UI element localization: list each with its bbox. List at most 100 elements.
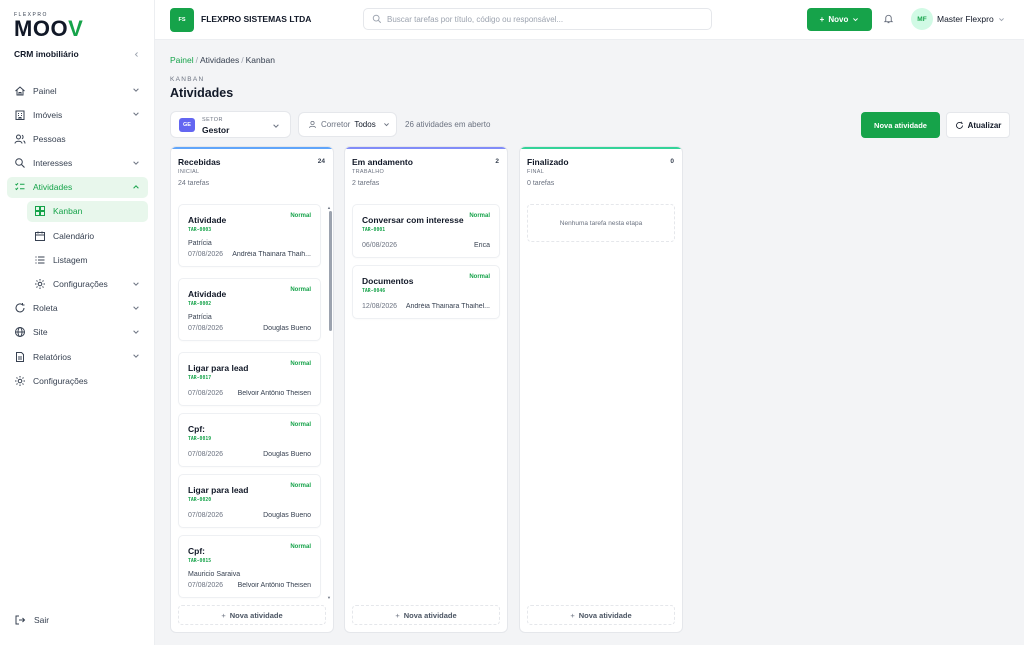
- corretor-select[interactable]: Corretor Todos: [298, 112, 397, 137]
- task-card[interactable]: Cpf: Normal TAR-0019 07/08/2026 Douglas …: [178, 413, 321, 467]
- sidebar-item-configuracoes-atividades[interactable]: Configurações: [27, 274, 148, 295]
- new-activity-button[interactable]: Nova atividade: [861, 112, 940, 138]
- column-count: 2: [495, 158, 499, 165]
- gear-icon: [35, 279, 45, 289]
- chevron-down-icon: [133, 160, 139, 165]
- search-box[interactable]: [363, 8, 712, 30]
- sidebar-item-label: Kanban: [53, 206, 83, 217]
- sidebar-item-configuracoes[interactable]: Configurações: [7, 370, 148, 391]
- task-title: Ligar para lead: [188, 485, 249, 495]
- column-accent-line: [345, 147, 507, 149]
- search-input[interactable]: [387, 14, 707, 24]
- column-stage: FINAL: [527, 169, 545, 175]
- task-card[interactable]: Ligar para lead Normal TAR-0020 07/08/20…: [178, 474, 321, 528]
- column-title: Em andamento: [352, 157, 413, 167]
- scroll-up-arrow[interactable]: ▲: [326, 205, 332, 210]
- sidebar-item-label: Site: [33, 327, 48, 338]
- breadcrumb-kanban: Kanban: [245, 55, 275, 65]
- scroll-down-arrow[interactable]: ▼: [326, 595, 332, 600]
- list-check-icon: [15, 183, 25, 191]
- notifications-button[interactable]: [883, 13, 894, 24]
- column-scrollbar[interactable]: [329, 211, 332, 331]
- logout-label: Sair: [34, 615, 50, 625]
- home-icon: [15, 85, 25, 95]
- add-activity-button[interactable]: + Nova atividade: [527, 605, 675, 625]
- sidebar-item-roleta[interactable]: Roleta: [7, 298, 148, 319]
- sidebar-item-label: Configurações: [33, 375, 88, 386]
- sidebar-item-label: Roleta: [33, 303, 58, 314]
- sidebar-item-kanban[interactable]: Kanban: [27, 200, 148, 222]
- company-name[interactable]: FLEXPRO SISTEMAS LTDA: [201, 14, 311, 24]
- breadcrumb-painel[interactable]: Painel: [170, 55, 194, 65]
- page-eyebrow: KANBAN: [170, 76, 205, 83]
- company-badge[interactable]: FS: [170, 8, 194, 32]
- sidebar-item-interesses[interactable]: Interesses: [7, 153, 148, 174]
- refresh-icon: [15, 303, 25, 313]
- kanban-column-em-andamento: Em andamento 2 TRABALHO 2 tarefas Conver…: [344, 146, 508, 633]
- user-menu[interactable]: Master Flexpro: [937, 14, 1005, 24]
- add-activity-button[interactable]: + Nova atividade: [178, 605, 326, 625]
- chevron-down-icon: [133, 112, 139, 117]
- avatar[interactable]: MF: [911, 8, 933, 30]
- task-date: 07/08/2026: [188, 582, 224, 589]
- task-card[interactable]: Ligar para lead Normal TAR-0017 07/08/20…: [178, 352, 321, 406]
- task-card[interactable]: Atividade Normal TAR-0002 Patrícia 07/08…: [178, 278, 321, 341]
- add-activity-button[interactable]: + Nova atividade: [352, 605, 500, 625]
- task-card[interactable]: Conversar com interesse Normal TAR-0001 …: [352, 204, 500, 258]
- sidebar-item-label: Pessoas: [33, 133, 66, 144]
- breadcrumb-atividades[interactable]: Atividades: [200, 55, 239, 65]
- priority-badge: Normal: [469, 274, 490, 280]
- sidebar-item-label: Configurações: [53, 279, 108, 289]
- corretor-label: Corretor: [321, 120, 351, 129]
- sidebar-item-listagem[interactable]: Listagem: [27, 249, 148, 270]
- setor-select[interactable]: GE SETOR Gestor: [170, 111, 291, 138]
- sidebar-item-painel[interactable]: Painel: [7, 80, 148, 101]
- task-title: Atividade: [188, 215, 227, 225]
- sidebar-item-site[interactable]: Site: [7, 322, 148, 343]
- column-title: Finalizado: [527, 157, 569, 167]
- column-title: Recebidas: [178, 157, 221, 167]
- plus-icon: +: [395, 610, 400, 620]
- priority-badge: Normal: [290, 422, 311, 428]
- task-date: 12/08/2026: [362, 303, 398, 310]
- column-task-count: 24 tarefas: [178, 180, 210, 187]
- list-icon: [35, 256, 45, 264]
- task-title: Cpf:: [188, 546, 205, 556]
- sidebar-item-pessoas[interactable]: Pessoas: [7, 128, 148, 149]
- chevron-left-icon: [134, 51, 138, 57]
- top-bar: FS FLEXPRO SISTEMAS LTDA + Novo MF Maste…: [155, 0, 1024, 40]
- chevron-down-icon: [133, 354, 139, 358]
- chevron-up-icon: [133, 184, 139, 189]
- chevron-down-icon: [133, 88, 139, 92]
- sidebar-item-atividades[interactable]: Atividades: [7, 176, 148, 198]
- collapse-sidebar-button[interactable]: [127, 46, 145, 62]
- column-accent-line: [171, 147, 333, 149]
- task-code: TAR-0015: [188, 559, 212, 564]
- new-button[interactable]: + Novo: [807, 8, 872, 31]
- refresh-button[interactable]: Atualizar: [946, 112, 1010, 138]
- priority-badge: Normal: [469, 213, 490, 219]
- task-date: 07/08/2026: [188, 325, 224, 332]
- task-assignee: Érica: [474, 242, 490, 249]
- chevron-down-icon: [273, 124, 279, 128]
- task-card[interactable]: Cpf: Normal TAR-0015 Mauricio Saraiva 07…: [178, 535, 321, 598]
- sidebar-item-relatorios[interactable]: Relatórios: [7, 346, 148, 367]
- sidebar-item-calendario[interactable]: Calendário: [27, 225, 148, 246]
- bell-icon: [883, 14, 894, 24]
- gear-icon: [15, 375, 25, 386]
- sidebar-item-label: Relatórios: [33, 351, 72, 362]
- task-date: 07/08/2026: [188, 390, 224, 397]
- search-icon: [15, 158, 25, 168]
- sidebar-item-imoveis[interactable]: Imóveis: [7, 104, 148, 125]
- sidebar-item-label: Interesses: [33, 158, 73, 169]
- logout-button[interactable]: Sair: [14, 614, 49, 626]
- sidebar-item-label: Atividades: [33, 182, 73, 193]
- column-task-count: 0 tarefas: [527, 180, 555, 187]
- brand-logo[interactable]: FLEXPRO MOO V: [14, 12, 83, 40]
- task-card[interactable]: Atividade Normal TAR-0003 Patrícia 07/08…: [178, 204, 321, 267]
- task-contact: Patrícia: [188, 240, 212, 247]
- task-card[interactable]: Documentos Normal TAR-0046 12/08/2026 An…: [352, 265, 500, 319]
- column-stage: TRABALHO: [352, 169, 385, 175]
- globe-icon: [15, 327, 25, 338]
- sidebar: FLEXPRO MOO V CRM imobiliário Painel Imóv…: [0, 0, 155, 645]
